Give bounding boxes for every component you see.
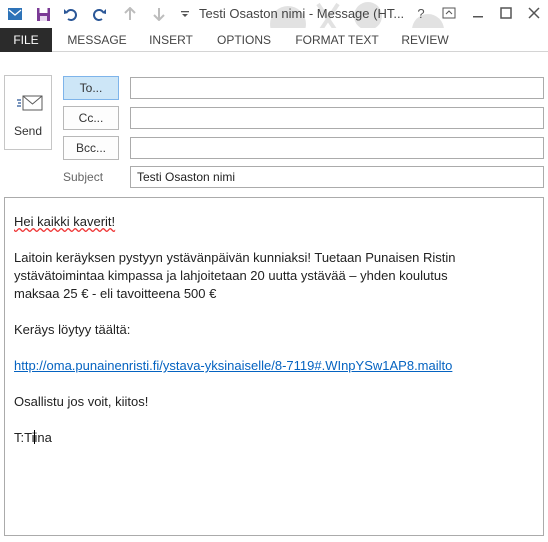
greeting-text: Hei kaikki kaverit! <box>14 214 116 229</box>
bcc-field[interactable] <box>130 137 544 159</box>
signature-end: ina <box>34 430 52 445</box>
send-label: Send <box>13 124 43 138</box>
body-greeting: Hei kaikki kaverit! <box>14 213 543 231</box>
minimize-icon[interactable] <box>467 3 489 23</box>
send-envelope-icon <box>17 95 43 111</box>
body-line: Laitoin keräyksen pystyyn ystävänpäivän … <box>14 250 456 265</box>
help-icon[interactable]: ? <box>410 3 432 23</box>
body-line: Keräys löytyy täältä: <box>14 322 131 337</box>
body-closing: Osallistu jos voit, kiitos! <box>14 394 149 409</box>
ribbon-display-options-icon[interactable] <box>438 3 460 23</box>
tab-options[interactable]: OPTIONS <box>213 28 275 52</box>
cc-button[interactable]: Cc... <box>63 106 119 130</box>
tab-file[interactable]: FILE <box>0 28 52 52</box>
close-icon[interactable] <box>523 3 545 23</box>
up-arrow-icon[interactable] <box>120 4 140 24</box>
outlook-app-icon[interactable] <box>5 4 25 24</box>
redo-icon[interactable] <box>89 4 109 24</box>
to-field[interactable] <box>130 77 544 99</box>
title-bar: Testi Osaston nimi - Message (HT... ? <box>0 0 548 28</box>
subject-field[interactable]: Testi Osaston nimi <box>130 166 544 188</box>
ribbon-tabs: FILE MESSAGE INSERT OPTIONS FORMAT TEXT … <box>0 28 548 52</box>
body-line: maksaa 25 € - eli tavoitteena 500 € <box>14 286 217 301</box>
customize-quick-access-icon[interactable] <box>175 4 195 24</box>
tab-message[interactable]: MESSAGE <box>64 28 130 52</box>
tab-insert[interactable]: INSERT <box>146 28 196 52</box>
down-arrow-icon[interactable] <box>149 4 169 24</box>
tab-format-text[interactable]: FORMAT TEXT <box>292 28 382 52</box>
send-button[interactable]: Send <box>4 75 52 150</box>
tab-review[interactable]: REVIEW <box>398 28 452 52</box>
subject-label: Subject <box>63 170 104 184</box>
maximize-icon[interactable] <box>495 3 517 23</box>
cc-field[interactable] <box>130 107 544 129</box>
body-line: ystävätoimintaa kimpassa ja lahjoitetaan… <box>14 268 448 283</box>
save-icon[interactable] <box>33 4 53 24</box>
signature-start: T:Ti <box>14 430 35 445</box>
undo-icon[interactable] <box>61 4 81 24</box>
signature: T:Tiina <box>14 429 543 447</box>
fundraiser-link[interactable]: http://oma.punainenristi.fi/ystava-yksin… <box>14 358 452 373</box>
bcc-button[interactable]: Bcc... <box>63 136 119 160</box>
message-body[interactable]: Hei kaikki kaverit! Laitoin keräyksen py… <box>4 197 544 536</box>
to-button[interactable]: To... <box>63 76 119 100</box>
window-title: Testi Osaston nimi - Message (HT... <box>199 6 405 21</box>
